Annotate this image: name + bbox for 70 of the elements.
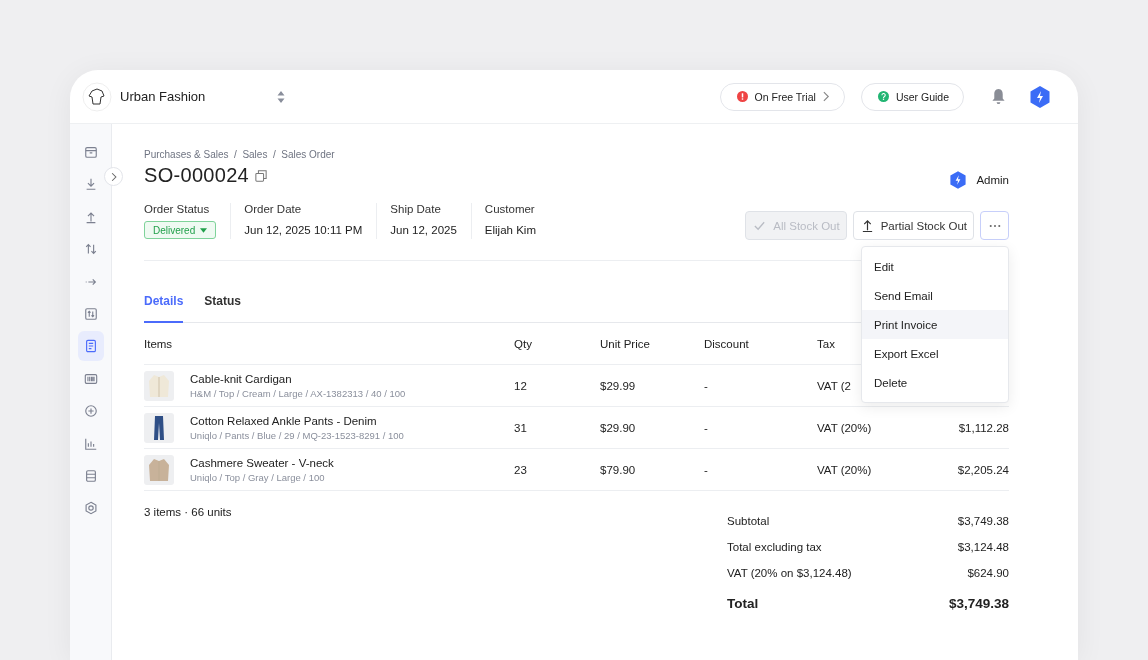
column-header: Discount bbox=[704, 337, 749, 350]
bell-icon[interactable] bbox=[991, 88, 1006, 105]
summary-value: $3,124.48 bbox=[957, 541, 1009, 553]
user-name: Admin bbox=[976, 174, 1009, 186]
table-cell: - bbox=[704, 379, 708, 392]
table-cell: VAT (2 bbox=[817, 379, 851, 392]
menu-item[interactable]: Send Email bbox=[862, 281, 1008, 310]
table-cell: 12 bbox=[514, 379, 527, 392]
table-cell: $2,205.24 bbox=[957, 463, 1009, 476]
user-avatar-icon bbox=[950, 171, 967, 189]
column-header: Tax bbox=[817, 337, 835, 350]
item-name: Cotton Relaxed Ankle Pants - Denim bbox=[190, 414, 378, 427]
table-cell: VAT (20%) bbox=[817, 463, 872, 476]
tab[interactable]: Details bbox=[144, 288, 184, 323]
item-details: H&M / Top / Cream / Large / AX-1382313 / 40 / 100 bbox=[190, 387, 406, 399]
more-button[interactable] bbox=[980, 211, 1009, 240]
chevron-right-icon bbox=[110, 171, 117, 182]
help-icon bbox=[877, 91, 889, 102]
table-cell: VAT (20%) bbox=[817, 421, 872, 434]
breadcrumb: Purchases & Sales / Sales / Sales Order bbox=[144, 149, 336, 160]
alert-icon bbox=[736, 91, 748, 102]
field-label: Customer bbox=[484, 203, 536, 215]
tab[interactable]: Status bbox=[204, 288, 242, 323]
expand-sidebar-button[interactable] bbox=[104, 167, 123, 186]
menu-item[interactable]: Delete bbox=[862, 368, 1008, 397]
order-title: SO-000024 bbox=[144, 164, 249, 187]
summary-label: Subtotal bbox=[727, 515, 770, 527]
menu-item[interactable]: Edit bbox=[862, 252, 1008, 281]
summary-label: Total bbox=[727, 596, 759, 611]
avatar-icon[interactable] bbox=[1030, 85, 1050, 108]
upload-icon bbox=[860, 219, 874, 232]
item-details: Uniqlo / Top / Gray / Large / 100 bbox=[190, 471, 326, 483]
field-value: Jun 12, 2025 bbox=[390, 223, 457, 238]
summary-value: $3,749.38 bbox=[957, 515, 1009, 527]
field-value: Elijah Kim bbox=[484, 223, 536, 238]
table-cell: $29.99 bbox=[600, 379, 636, 392]
field-value: Jun 12, 2025 10:11 PM bbox=[244, 223, 363, 238]
item-name: Cable-knit Cardigan bbox=[190, 372, 293, 385]
table-cell: $1,112.28 bbox=[958, 421, 1009, 434]
item-name: Cashmere Sweater - V-neck bbox=[190, 456, 334, 469]
field-label: Order Date bbox=[244, 203, 303, 215]
table-cell: - bbox=[704, 463, 708, 476]
field-label: Ship Date bbox=[390, 203, 442, 215]
stock-out-button[interactable]: Partial Stock Out bbox=[852, 211, 974, 240]
logo-icon bbox=[82, 81, 112, 112]
table-cell: 23 bbox=[514, 463, 527, 476]
item-details: Uniqlo / Pants / Blue / 29 / MQ-23-1523-8291 / 100 bbox=[190, 429, 404, 441]
copy-icon[interactable] bbox=[255, 169, 267, 182]
company-name: Urban Fashion bbox=[120, 89, 206, 104]
column-header: Unit Price bbox=[600, 337, 650, 350]
table-cell: $79.90 bbox=[600, 463, 636, 476]
menu-item[interactable]: Export Excel bbox=[862, 339, 1008, 368]
more-icon bbox=[988, 223, 1001, 228]
summary-value: $624.90 bbox=[967, 567, 1009, 579]
caret-icon bbox=[200, 227, 208, 233]
document-icon[interactable] bbox=[77, 331, 104, 362]
item-count: 3 items · 66 units bbox=[144, 506, 232, 520]
summary-label: Total excluding tax bbox=[727, 541, 822, 553]
table-cell: - bbox=[704, 421, 708, 434]
table-cell: $29.90 bbox=[600, 421, 636, 434]
column-header: Items bbox=[144, 337, 173, 350]
check-icon bbox=[753, 219, 767, 232]
chevron-right-icon bbox=[822, 91, 830, 102]
menu-item[interactable]: Print Invoice bbox=[862, 310, 1008, 339]
summary-label: VAT (20% on $3,124.48) bbox=[727, 567, 852, 579]
column-header: Qty bbox=[514, 337, 532, 350]
sort-caret-icon[interactable] bbox=[277, 90, 286, 103]
table-cell: 31 bbox=[514, 421, 527, 434]
summary-value: $3,749.38 bbox=[948, 596, 1009, 611]
field-label: Order Status bbox=[144, 203, 211, 215]
